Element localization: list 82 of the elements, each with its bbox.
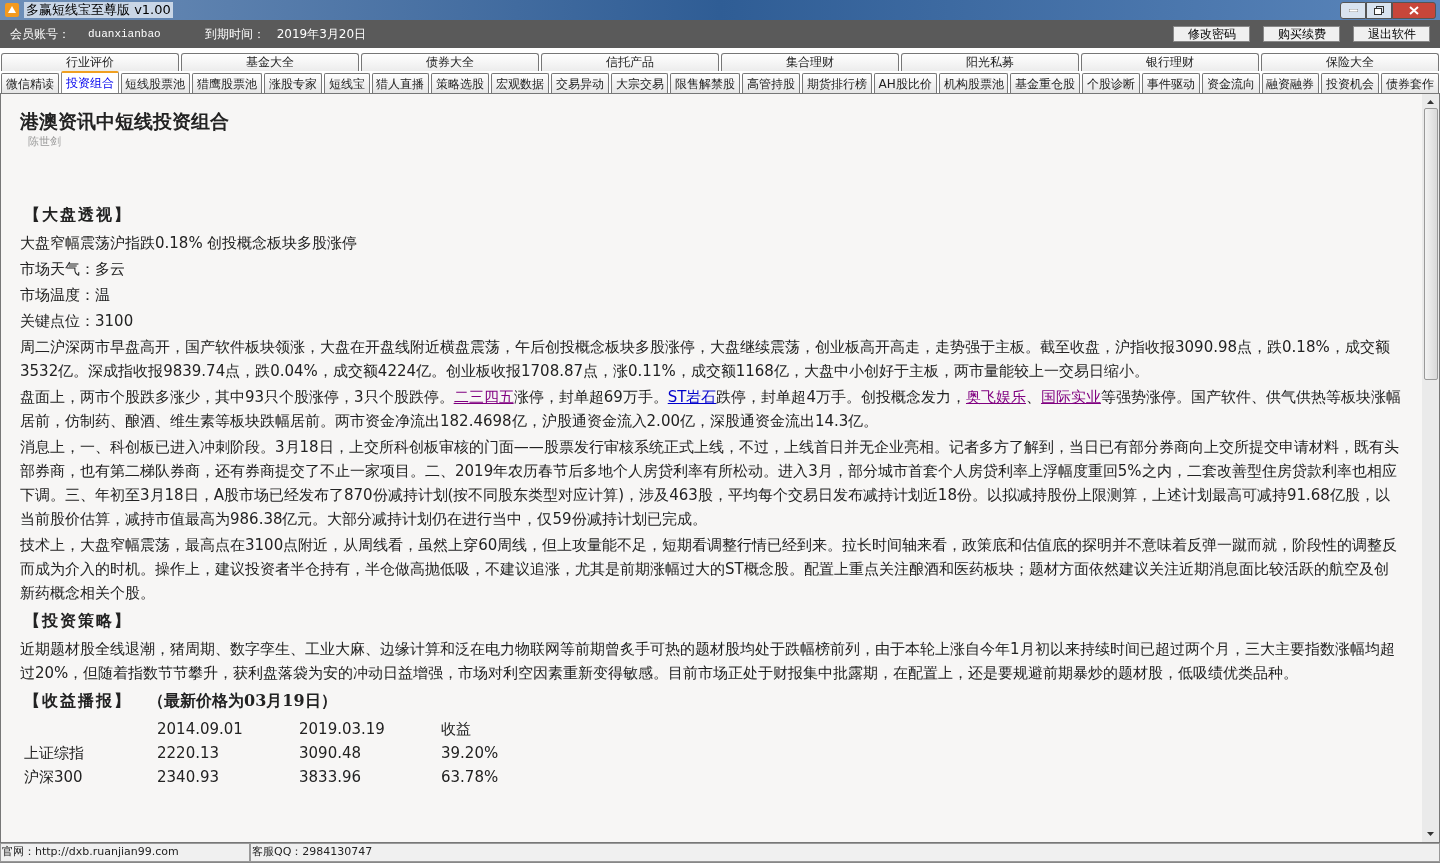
tab[interactable]: 短线宝: [323, 73, 370, 93]
table-cell-text: 63.78%: [441, 766, 500, 788]
expiry-label: 到期时间：: [204, 26, 265, 43]
tab[interactable]: 基金重仓股: [1010, 73, 1081, 93]
table-cell-text: 39.20%: [441, 742, 500, 764]
maximize-button[interactable]: [1366, 1, 1392, 19]
tab[interactable]: 融资融券: [1261, 73, 1320, 93]
tab[interactable]: 机构股票池: [938, 73, 1009, 93]
text-line: 关键点位：3100: [20, 310, 135, 332]
tab[interactable]: 短线股票池: [120, 73, 191, 93]
section-heading: 【大盘透视】: [24, 203, 132, 226]
scrollbar[interactable]: [1422, 94, 1439, 842]
account-value: duanxianbao: [88, 26, 161, 42]
column-header: 2019.03.19: [299, 718, 386, 740]
tab[interactable]: 猎鹰股票池: [192, 73, 263, 93]
table-cell-text: 2220.13: [157, 742, 221, 764]
stock-link[interactable]: 国际实业: [1040, 387, 1101, 406]
table-cell-text: 上证综指: [24, 742, 85, 764]
category-tab[interactable]: 债券大全: [361, 53, 539, 71]
window-title: 多赢短线宝至尊版 v1.00: [24, 2, 173, 18]
scroll-up-icon: [1427, 100, 1434, 104]
tab[interactable]: AH股比价: [873, 73, 937, 93]
paragraph: 近期题材股全线退潮，猪周期、数字孪生、工业大麻、边缘计算和泛在电力物联网等前期曾炙手可热的题材股均处于跌幅榜前列，由于本轮上涨自今年1月初以来持续时间已超过两个月，三大主要指数涨幅均超过20%，但随着指数节节攀升，获利盘落袋为安的冲动日益增强，市场对利空因素重新变得敏感。目前市场正处于财报集中批露期，在配置上，还是要规避前期暴炒的题材股，低吸绩优类品种。: [20, 638, 1396, 684]
app-icon: [4, 2, 20, 18]
tab[interactable]: 期货排行榜: [801, 73, 872, 93]
table-cell-text: 沪深300: [24, 766, 84, 788]
minimize-icon: [1348, 8, 1358, 12]
close-button[interactable]: [1392, 1, 1436, 19]
section-heading: 【收益播报】: [24, 689, 132, 712]
column-header: 收益: [441, 718, 472, 740]
toolbar-button[interactable]: 购买续费: [1263, 26, 1340, 42]
tab[interactable]: 交易异动: [550, 73, 609, 93]
tab[interactable]: 投资机会: [1321, 73, 1380, 93]
paragraph: 周二沪深两市早盘高开，国产软件板块领涨，大盘在开盘线附近横盘震荡，午后创投概念板块多股涨停，大盘继续震荡，创业板高开高走，走势强于主板。截至收盘，沪指收报3090.98点，跌0.18%，成交额3532亿。深成指收报9839.74点，跌0.04%，成交额4224亿。创业板收报1708.87点，涨0.11%，成交额1168亿，大盘中小创好于主板，两市量能较上一交易日缩小。: [20, 336, 1391, 382]
tab[interactable]: 高管持股: [742, 73, 800, 93]
account-label: 会员账号：: [10, 26, 70, 43]
stock-link[interactable]: 奥飞娱乐: [965, 387, 1026, 406]
section-note: （最新价格为03月19日）: [148, 689, 337, 712]
status-field: 客服QQ：2984130747: [250, 843, 1440, 862]
table-cell-text: 2340.93: [157, 766, 221, 788]
toolbar-button[interactable]: 修改密码: [1173, 26, 1250, 42]
expiry-value: 2019年3月20日: [276, 26, 367, 43]
tab[interactable]: 策略选股: [431, 73, 490, 93]
tab[interactable]: 微信精读: [1, 73, 59, 93]
column-header: 2014.09.01: [157, 718, 244, 740]
paragraph: 盘面上，两市个股跌多涨少，其中93只个股涨停，3只个股跌停。二三四五涨停，封单超69万手。ST岩石跌停，封单超4万手。创投概念发力，奥飞娱乐、国际实业等强势涨停。国产软件、供气供热等板块涨幅居前，仿制药、酿酒、维生素等板块跌幅居前。两市资金净流出182.4698亿，沪股通资金流入2.00亿，深股通资金流出14.3亿。: [20, 386, 1402, 432]
tab[interactable]: 资金流向: [1201, 73, 1260, 93]
minimize-button[interactable]: [1340, 1, 1366, 19]
tab[interactable]: 大宗交易: [610, 73, 669, 93]
tab[interactable]: 债券套作: [1381, 73, 1439, 93]
text-line: 市场温度：温: [20, 284, 111, 306]
category-tab[interactable]: 信托产品: [541, 53, 719, 71]
tab[interactable]: 个股诊断: [1082, 73, 1140, 93]
tab[interactable]: 投资组合: [60, 71, 119, 93]
category-tab[interactable]: 银行理财: [1081, 53, 1259, 71]
paragraph: 技术上，大盘窄幅震荡，最高点在3100点附近，从周线看，虽然上穿60周线，但上攻量能不足，短期看调整行情已经到来。拉长时间轴来看，政策底和估值底的探明并不意味着反弹一蹴而就，阶段性的调整反而成为介入的时机。操作上，建议投资者半仓持有，半仓做高抛低吸，不建议追涨，尤其是前期涨幅过大的ST概念股。配置上重点关注酿酒和医药板块；题材方面依然建议关注近期消息面比较活跃的航空及创新药概念相关个股。: [20, 534, 1399, 604]
restore-icon: [1374, 5, 1384, 15]
category-tab[interactable]: 基金大全: [181, 53, 359, 71]
category-tab[interactable]: 保险大全: [1261, 53, 1439, 71]
category-tab[interactable]: 集合理财: [721, 53, 899, 71]
scroll-thumb[interactable]: [1423, 108, 1438, 380]
toolbar-button[interactable]: 退出软件: [1353, 26, 1430, 42]
section-heading: 【投资策略】: [24, 609, 132, 632]
stock-link[interactable]: ST岩石: [667, 387, 717, 406]
category-tab[interactable]: 阳光私募: [901, 53, 1079, 71]
stock-link[interactable]: 二三四五: [453, 387, 514, 406]
tab[interactable]: 限售解禁股: [670, 73, 741, 93]
tab[interactable]: 宏观数据: [491, 73, 549, 93]
text-line: 市场天气：多云: [20, 258, 126, 280]
category-tab[interactable]: 行业评价: [1, 53, 179, 71]
scroll-down-icon: [1427, 832, 1434, 836]
tab[interactable]: 涨股专家: [264, 73, 322, 93]
text-line: 大盘窄幅震荡沪指跌0.18% 创投概念板块多股涨停: [20, 232, 359, 254]
tab[interactable]: 事件驱动: [1142, 73, 1200, 93]
article-title: 港澳资讯中短线投资组合: [20, 109, 230, 134]
paragraph: 消息上，一、科创板已进入冲刺阶段。3月18日，上交所科创板审核的门面——股票发行审核系统正式上线，不过，上线首日并无企业亮相。记者多方了解到，当日已有部分券商向上交所提交申请材料，既有头部券商，也有第二梯队券商，还有券商提交了不止一家项目。二、2019年农历春节后多地个人房贷利率有所松动。进入3月，部分城市首套个人房贷利率上浮幅度重回5%之内，二套改善型住房贷款利率也相应下调。三、年初至3月18日，A股市场已经发布了870份减持计划(按不同股东类型对应计算)，涉及463股，平均每个交易日发布减持计划近18份。以拟减持股份上限测算，上述计划最高可减持91.68亿股，以当前股价估算，减持市值最高为986.38亿元。大部分减持计划仍在进行当中，仅59份减持计划已完成。: [20, 436, 1400, 530]
tab[interactable]: 猎人直播: [371, 73, 430, 93]
table-cell-text: 3090.48: [299, 742, 363, 764]
article-author: 陈世剑: [28, 134, 62, 150]
table-cell-text: 3833.96: [299, 766, 363, 788]
close-icon: [1409, 5, 1419, 15]
status-field: 官网：http://dxb.ruanjian99.com: [0, 843, 250, 862]
